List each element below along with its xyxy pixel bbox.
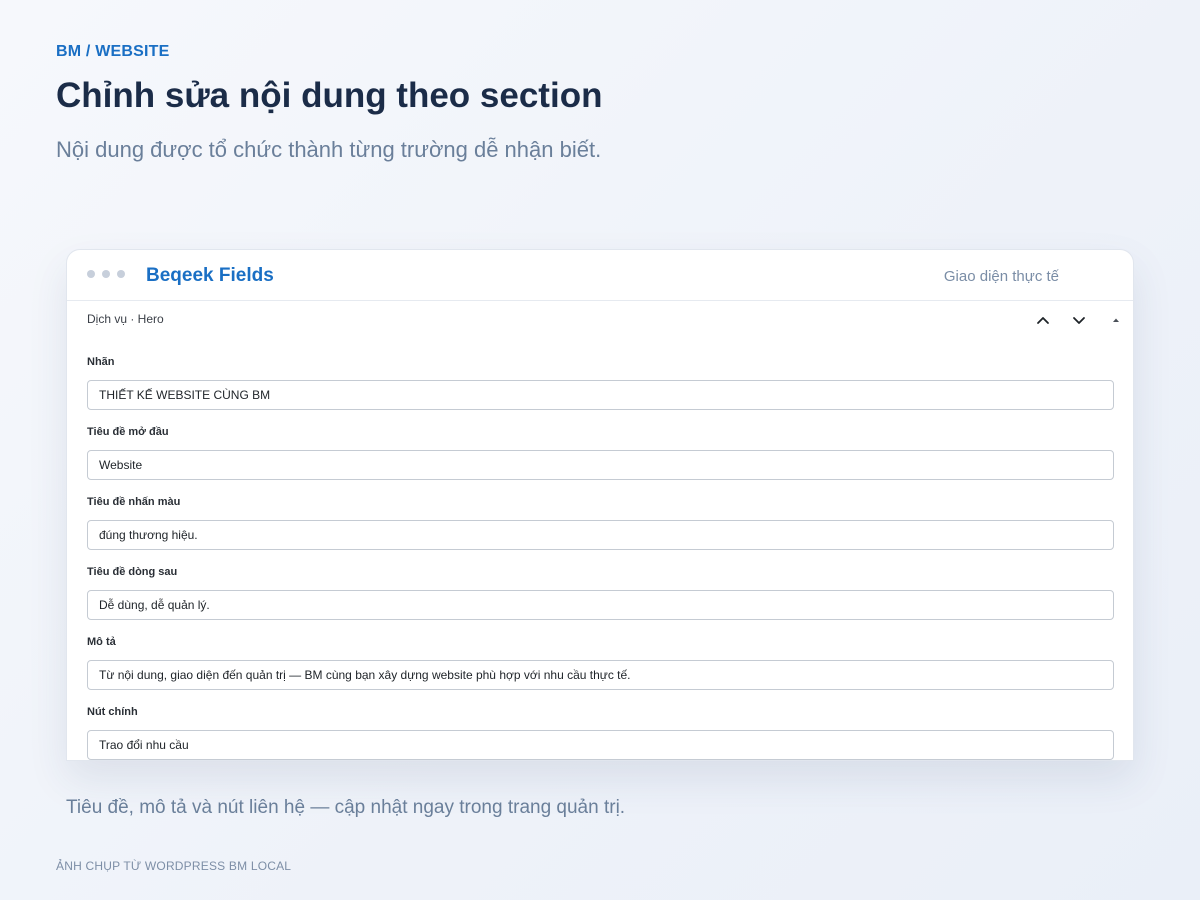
view-label: Giao diện thực tế — [943, 268, 1059, 285]
window-dots — [87, 270, 125, 278]
move-up-button[interactable] — [1032, 309, 1054, 331]
section-header: Dịch vụ · Hero — [67, 301, 1133, 339]
description-input[interactable] — [87, 660, 1114, 690]
label-input[interactable] — [87, 380, 1114, 410]
field-label-nhan: Nhãn — [87, 355, 1114, 410]
triangle-up-icon — [1113, 318, 1119, 322]
field-primary-button: Nút chính — [87, 705, 1114, 760]
move-down-button[interactable] — [1068, 309, 1090, 331]
next-line-title-input[interactable] — [87, 590, 1114, 620]
field-label: Tiêu đề nhấn màu — [87, 496, 181, 508]
caption: Tiêu đề, mô tả và nút liên hệ — cập nhật… — [66, 797, 626, 818]
window-titlebar: Beqeek Fields Giao diện thực tế — [67, 250, 1133, 301]
field-label: Nút chính — [87, 706, 138, 718]
field-next-line-title: Tiêu đề dòng sau — [87, 565, 1114, 620]
field-description: Mô tả — [87, 635, 1114, 690]
field-highlight-title: Tiêu đề nhấn màu — [87, 495, 1114, 550]
field-label: Mô tả — [87, 636, 116, 648]
section-title: Dịch vụ · Hero — [87, 312, 164, 326]
field-label: Tiêu đề dòng sau — [87, 566, 178, 578]
primary-button-input[interactable] — [87, 730, 1114, 760]
field-list: Nhãn Tiêu đề mở đầu Tiêu đề nhấn màu Tiê… — [67, 355, 1133, 760]
footer-note: ẢNH CHỤP TỪ WORDPRESS BM LOCAL — [56, 859, 292, 873]
opening-title-input[interactable] — [87, 450, 1114, 480]
breadcrumb: BM / WEBSITE — [56, 43, 170, 60]
window-dot-icon — [102, 270, 110, 278]
chevron-down-icon — [1073, 317, 1085, 324]
field-opening-title: Tiêu đề mở đầu — [87, 425, 1114, 480]
page-title: Chỉnh sửa nội dung theo section — [56, 76, 603, 115]
app-title: Beqeek Fields — [146, 265, 274, 286]
highlight-title-input[interactable] — [87, 520, 1114, 550]
editor-window: Beqeek Fields Giao diện thực tế Dịch vụ … — [66, 249, 1134, 761]
collapse-toggle-button[interactable] — [1105, 309, 1127, 331]
page-subtitle: Nội dung được tổ chức thành từng trường … — [56, 137, 602, 162]
chevron-up-icon — [1037, 317, 1049, 324]
field-label: Nhãn — [87, 356, 115, 368]
window-dot-icon — [117, 270, 125, 278]
field-label: Tiêu đề mở đầu — [87, 426, 169, 438]
window-dot-icon — [87, 270, 95, 278]
